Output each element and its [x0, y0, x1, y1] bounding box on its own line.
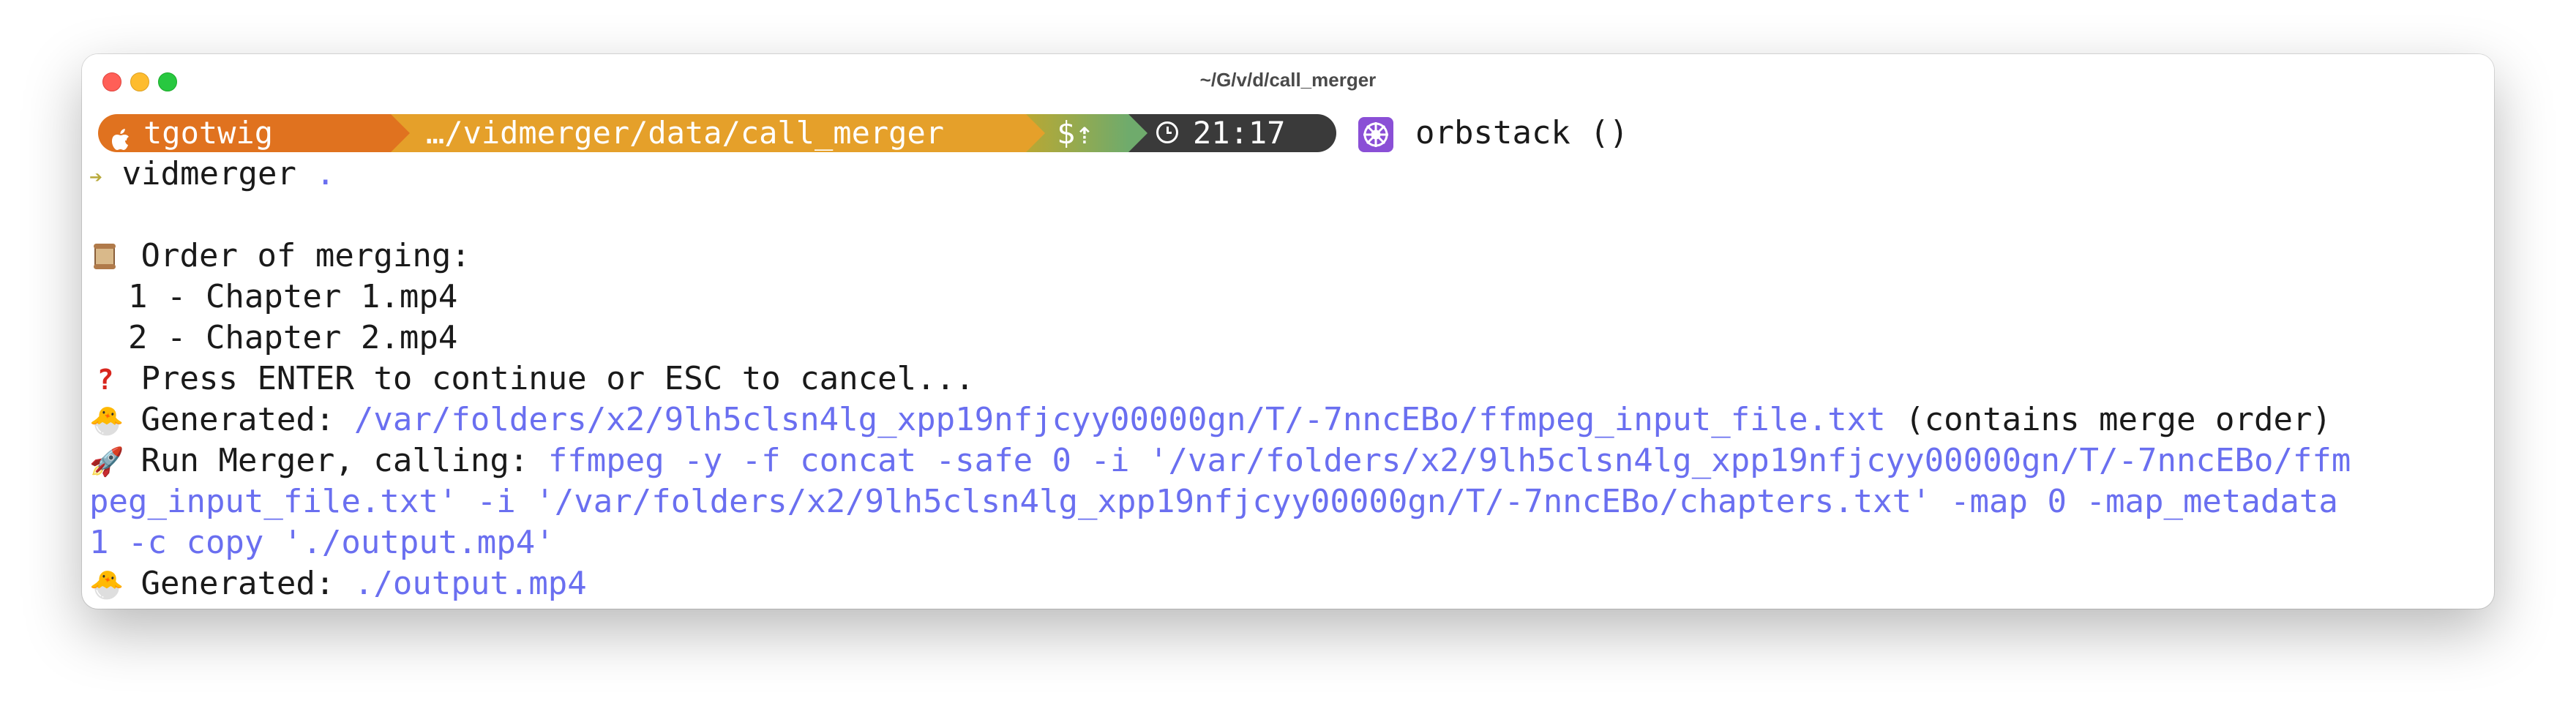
title-bar: ~/G/v/d/call_merger [82, 54, 2494, 107]
shell-prompt: tgotwig …/vidmerger/data/call_merger $⇡ … [89, 113, 2487, 154]
prompt-path-segment: …/vidmerger/data/call_merger [391, 114, 1026, 152]
kube-context: orbstack () [1415, 114, 1629, 151]
generated-label: Generated: [141, 401, 335, 438]
run-command-continued: peg_input_file.txt' -i '/var/folders/x2/… [89, 483, 2338, 520]
window-title: ~/G/v/d/call_merger [1199, 69, 1377, 91]
clock-icon [1156, 121, 1178, 143]
generated-suffix: (contains merge order) [1905, 401, 2332, 438]
order-item: 1 - Chapter 1.mp4 [89, 277, 2487, 318]
output-line: 🐣 Generated: /var/folders/x2/9lh5clsn4lg… [89, 399, 2487, 440]
output-line: 🐣 Generated: ./output.mp4 [89, 563, 2487, 604]
prompt-user-segment: tgotwig [98, 114, 391, 152]
prompt-time: 21:17 [1193, 115, 1286, 151]
powerline-separator [391, 114, 410, 152]
hatching-chick-icon: 🐣 [89, 568, 124, 601]
terminal-window: ~/G/v/d/call_merger tgotwig …/vidmerger/… [82, 54, 2494, 609]
command-line: ➔ vidmerger . [89, 154, 2487, 195]
prompt-arrow-icon: ➔ [89, 165, 103, 190]
prompt-time-segment: 21:17 [1128, 114, 1336, 152]
generated-label: Generated: [141, 565, 335, 602]
generated-file-path: /var/folders/x2/9lh5clsn4lg_xpp19nfjcyy0… [353, 401, 1886, 438]
question-mark-icon: ? [97, 364, 114, 396]
order-item: 2 - Chapter 2.mp4 [89, 318, 2487, 358]
output-line: 🚀 Run Merger, calling: ffmpeg -y -f conc… [89, 440, 2487, 481]
press-enter-text: Press ENTER to continue or ESC to cancel… [141, 360, 975, 397]
order-item-text: 2 - Chapter 2.mp4 [127, 319, 458, 356]
order-item-text: 1 - Chapter 1.mp4 [127, 278, 458, 315]
powerline-separator [1128, 114, 1147, 152]
kubernetes-icon [1358, 117, 1393, 152]
hatching-chick-icon: 🐣 [89, 405, 124, 437]
rocket-icon: 🚀 [89, 446, 124, 478]
command-text: vidmerger [121, 155, 296, 192]
generated-output-path: ./output.mp4 [353, 565, 587, 602]
output-line: ? Press ENTER to continue or ESC to canc… [89, 358, 2487, 399]
run-command: ffmpeg -y -f concat -safe 0 -i '/var/fol… [547, 442, 2351, 479]
powerline-separator [1026, 114, 1045, 152]
apple-icon [111, 121, 130, 150]
run-command-continued: 1 -c copy './output.mp4' [89, 524, 555, 561]
output-line: Order of merging: [89, 236, 2487, 277]
command-arg: . [315, 155, 335, 192]
terminal-content[interactable]: tgotwig …/vidmerger/data/call_merger $⇡ … [89, 113, 2487, 604]
run-label: Run Merger, calling: [141, 442, 529, 479]
prompt-user: tgotwig [143, 115, 274, 151]
scroll-icon [89, 236, 121, 277]
order-header: Order of merging: [141, 237, 471, 274]
